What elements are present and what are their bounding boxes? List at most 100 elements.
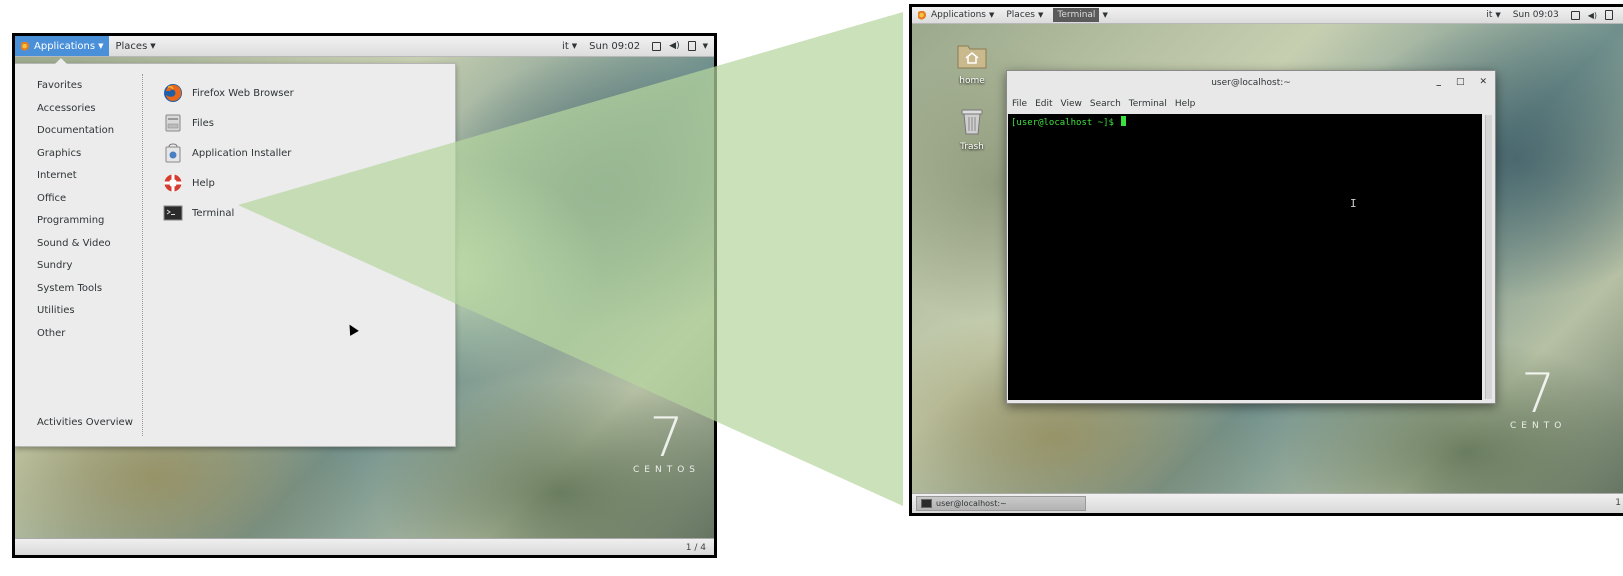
centos-wordmark: CENTO <box>1510 421 1567 431</box>
text-cursor <box>1121 116 1127 126</box>
left-screenshot: 7 CENTOS Applications ▼ Places ▼ it ▼ Su… <box>12 33 717 558</box>
maximize-icon[interactable]: □ <box>1456 77 1465 87</box>
desktop-icon-label: Trash <box>960 142 984 152</box>
window-icon <box>1570 10 1580 20</box>
chevron-down-icon: ▼ <box>98 42 104 50</box>
app-label: Application Installer <box>192 147 292 159</box>
app-item-help[interactable]: Help <box>163 168 294 198</box>
keyboard-layout-label: it <box>562 40 569 52</box>
right-screenshot: 7 CENTO Applications ▼ Places ▼ Terminal… <box>909 4 1623 516</box>
category-internet[interactable]: Internet <box>37 170 114 193</box>
terminal-output[interactable]: [user@localhost ~]$ I <box>1008 114 1482 400</box>
bottom-panel: user@localhost:~ 1 <box>912 493 1623 513</box>
menu-divider <box>142 74 143 436</box>
places-label: Places <box>115 40 148 52</box>
volume-icon: ◀) <box>669 41 680 51</box>
terminal-scrollbar[interactable] <box>1485 115 1492 399</box>
menu-pointer <box>55 58 67 64</box>
category-programming[interactable]: Programming <box>37 215 114 238</box>
centos-branding: 7 CENTOS <box>633 411 700 476</box>
category-sundry[interactable]: Sundry <box>37 260 114 283</box>
menu-view[interactable]: View <box>1061 99 1082 109</box>
applications-menu: Favorites Accessories Documentation Grap… <box>15 58 456 447</box>
ibeam-cursor-icon: I <box>1350 197 1357 210</box>
desktop-icon-label: home <box>959 76 985 86</box>
close-icon[interactable]: ✕ <box>1479 77 1487 87</box>
menu-terminal[interactable]: Terminal <box>1129 99 1167 109</box>
places-menu-button[interactable]: Places ▼ <box>1000 7 1049 23</box>
files-icon <box>165 114 181 132</box>
category-accessories[interactable]: Accessories <box>37 103 114 126</box>
terminal-window: user@localhost:~ _ □ ✕ File Edit View Se… <box>1006 70 1496 404</box>
clock-button[interactable]: Sun 09:03 <box>1507 7 1565 23</box>
chevron-down-icon: ▼ <box>1102 11 1108 19</box>
menu-search[interactable]: Search <box>1090 99 1121 109</box>
shell-prompt: [user@localhost ~]$ <box>1011 118 1120 128</box>
taskbar-item-label: user@localhost:~ <box>936 499 1007 508</box>
app-item-application-installer[interactable]: Application Installer <box>163 138 294 168</box>
app-label: Files <box>192 117 214 129</box>
prompt-line: [user@localhost ~]$ <box>1011 116 1127 128</box>
workspace-indicator[interactable]: 1 / 4 <box>686 543 706 553</box>
category-graphics[interactable]: Graphics <box>37 148 114 171</box>
chevron-down-icon: ▼ <box>988 11 995 19</box>
category-system-tools[interactable]: System Tools <box>37 283 114 306</box>
category-utilities[interactable]: Utilities <box>37 305 114 328</box>
places-label: Places <box>1006 10 1035 20</box>
chevron-down-icon: ▼ <box>702 42 708 50</box>
battery-icon <box>1605 10 1613 20</box>
applications-menu-button[interactable]: Applications ▼ <box>912 7 1000 23</box>
category-documentation[interactable]: Documentation <box>37 125 114 148</box>
chevron-down-icon: ▼ <box>150 42 156 50</box>
application-installer-icon <box>165 143 181 163</box>
menu-edit[interactable]: Edit <box>1035 99 1052 109</box>
window-title: user@localhost:~ <box>1211 78 1291 88</box>
category-favorites[interactable]: Favorites <box>37 80 114 103</box>
terminal-icon <box>921 499 932 508</box>
home-folder-icon <box>957 45 987 69</box>
taskbar-terminal-button[interactable]: user@localhost:~ <box>916 496 1086 511</box>
applications-label: Applications <box>931 10 986 20</box>
category-list: Favorites Accessories Documentation Grap… <box>37 80 114 350</box>
active-app-tab: Terminal <box>1053 8 1100 22</box>
chevron-down-icon: ▼ <box>571 42 578 50</box>
help-lifebuoy-icon <box>164 174 182 192</box>
chevron-down-icon: ▼ <box>1038 11 1044 19</box>
app-label: Terminal <box>192 207 235 219</box>
category-office[interactable]: Office <box>37 193 114 216</box>
menu-help[interactable]: Help <box>1175 99 1196 109</box>
app-item-firefox[interactable]: Firefox Web Browser <box>163 78 294 108</box>
active-app-label: Terminal <box>1057 10 1096 20</box>
system-menu-button[interactable]: ◀) <box>1565 7 1619 23</box>
category-other[interactable]: Other <box>37 328 114 351</box>
desktop-icon-trash[interactable]: Trash <box>948 107 996 152</box>
trash-icon <box>961 109 983 135</box>
places-menu-button[interactable]: Places ▼ <box>109 36 161 56</box>
active-app-button[interactable]: Terminal ▼ <box>1049 7 1108 23</box>
clock-button[interactable]: Sun 09:02 <box>583 36 646 56</box>
app-label: Help <box>192 177 215 189</box>
applications-label: Applications <box>34 40 96 52</box>
battery-icon <box>687 41 696 51</box>
app-list: Firefox Web Browser Files Application In… <box>163 78 294 228</box>
workspace-indicator[interactable]: 1 <box>1615 498 1621 508</box>
category-sound-video[interactable]: Sound & Video <box>37 238 114 261</box>
activities-overview-item[interactable]: Activities Overview <box>37 417 133 428</box>
desktop-icon-home[interactable]: home <box>948 41 996 86</box>
window-title-bar[interactable]: user@localhost:~ _ □ ✕ <box>1007 71 1495 95</box>
keyboard-layout-button[interactable]: it ▼ <box>1480 7 1506 23</box>
firefox-icon <box>164 84 182 102</box>
minimize-icon[interactable]: _ <box>1436 77 1441 87</box>
system-menu-button[interactable]: ◀) ▼ <box>646 36 710 56</box>
app-item-terminal[interactable]: Terminal <box>163 198 294 228</box>
terminal-icon <box>163 205 183 221</box>
app-label: Firefox Web Browser <box>192 87 294 99</box>
centos-version-number: 7 <box>1520 362 1556 425</box>
app-item-files[interactable]: Files <box>163 108 294 138</box>
clock-label: Sun 09:03 <box>1512 10 1559 20</box>
volume-icon: ◀) <box>1587 10 1597 20</box>
applications-menu-button[interactable]: Applications ▼ <box>15 36 110 56</box>
keyboard-layout-label: it <box>1486 10 1493 20</box>
keyboard-layout-button[interactable]: it ▼ <box>556 36 583 56</box>
menu-file[interactable]: File <box>1012 99 1027 109</box>
